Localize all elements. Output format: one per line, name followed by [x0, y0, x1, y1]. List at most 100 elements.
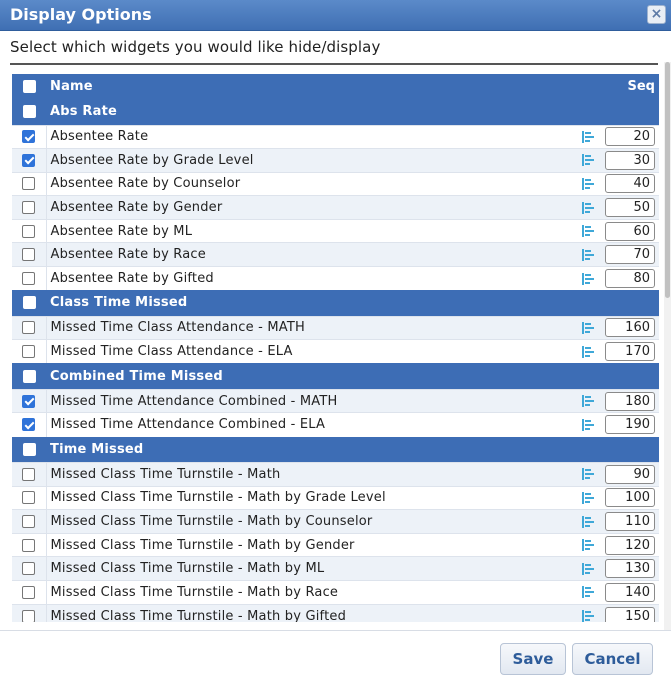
seq-input[interactable]: [605, 174, 655, 194]
seq-input[interactable]: [605, 559, 655, 579]
group-header-row: Time Missed: [12, 436, 659, 463]
footer-divider: [0, 630, 671, 631]
widget-name: Missed Time Attendance Combined - MATH: [46, 388, 576, 413]
widget-checkbox[interactable]: [22, 585, 36, 599]
widget-checkbox[interactable]: [22, 130, 36, 144]
widget-checkbox[interactable]: [22, 224, 36, 238]
dialog-titlebar: Display Options ×: [0, 0, 671, 31]
widget-checkbox[interactable]: [22, 515, 36, 529]
seq-input[interactable]: [605, 415, 655, 435]
vertical-scrollbar[interactable]: [664, 62, 671, 630]
seq-input[interactable]: [605, 150, 655, 170]
group-label: Class Time Missed: [46, 290, 659, 317]
widget-name: Missed Time Attendance Combined - ELA: [46, 412, 576, 437]
seq-input[interactable]: [605, 127, 655, 147]
widget-checkbox[interactable]: [22, 418, 36, 432]
widget-checkbox[interactable]: [22, 153, 36, 167]
dialog-title: Display Options: [10, 5, 152, 24]
bar-chart-icon: [582, 345, 594, 358]
group-checkbox[interactable]: [22, 442, 36, 456]
table-row: Missed Class Time Turnstile - Math by Ra…: [12, 580, 659, 605]
seq-input[interactable]: [605, 198, 655, 218]
widget-checkbox[interactable]: [22, 538, 36, 552]
widget-name: Absentee Rate by Gender: [46, 195, 576, 220]
bar-chart-icon: [582, 154, 594, 167]
widget-name: Missed Class Time Turnstile - Math by Ra…: [46, 580, 576, 605]
widget-checkbox[interactable]: [22, 272, 36, 286]
seq-input[interactable]: [605, 606, 655, 622]
group-header-row: Abs Rate: [12, 99, 659, 125]
table-row: Missed Class Time Turnstile - Math by ML: [12, 556, 659, 581]
widget-name: Missed Class Time Turnstile - Math by ML: [46, 556, 576, 581]
bar-chart-icon: [582, 272, 594, 285]
seq-input[interactable]: [605, 488, 655, 508]
table-row: Absentee Rate: [12, 124, 659, 149]
seq-input[interactable]: [605, 582, 655, 602]
widget-name: Absentee Rate by Counselor: [46, 171, 576, 196]
widget-checkbox[interactable]: [22, 248, 36, 262]
widget-name: Missed Time Class Attendance - ELA: [46, 339, 576, 364]
seq-input[interactable]: [605, 342, 655, 362]
bar-chart-icon: [582, 248, 594, 261]
table-row: Absentee Rate by Gender: [12, 195, 659, 220]
bar-chart-icon: [582, 177, 594, 190]
widget-name: Missed Class Time Turnstile - Math by Gr…: [46, 485, 576, 510]
seq-column-header: Seq: [601, 74, 659, 99]
bar-chart-icon: [582, 515, 594, 528]
seq-input[interactable]: [605, 245, 655, 265]
table-row: Absentee Rate by Counselor: [12, 171, 659, 196]
widget-name: Missed Class Time Turnstile - Math: [46, 462, 576, 487]
widget-checkbox[interactable]: [22, 562, 36, 576]
bar-chart-icon: [582, 418, 594, 431]
group-checkbox[interactable]: [22, 296, 36, 310]
group-checkbox[interactable]: [22, 105, 36, 119]
name-column-header: Name: [46, 74, 576, 99]
widget-table-scroll-area[interactable]: Name Seq Abs RateAbsentee RateAbsentee R…: [12, 74, 659, 622]
seq-input[interactable]: [605, 535, 655, 555]
widget-table: Name Seq Abs RateAbsentee RateAbsentee R…: [12, 74, 659, 622]
widget-name: Absentee Rate by ML: [46, 218, 576, 243]
widget-name: Missed Class Time Turnstile - Math by Ge…: [46, 532, 576, 557]
bar-chart-icon: [582, 395, 594, 408]
table-row: Missed Class Time Turnstile - Math by Gi…: [12, 603, 659, 622]
widget-checkbox[interactable]: [22, 609, 36, 622]
seq-input[interactable]: [605, 318, 655, 338]
widget-checkbox[interactable]: [22, 345, 36, 359]
table-row: Absentee Rate by Race: [12, 242, 659, 267]
close-icon[interactable]: ×: [647, 5, 666, 24]
table-row: Missed Time Attendance Combined - MATH: [12, 388, 659, 413]
bar-chart-icon: [582, 201, 594, 214]
widget-checkbox[interactable]: [22, 321, 36, 335]
widget-checkbox[interactable]: [22, 467, 36, 481]
cancel-button[interactable]: Cancel: [572, 643, 653, 675]
bar-chart-icon: [582, 610, 594, 622]
widget-checkbox[interactable]: [22, 201, 36, 215]
group-header-row: Combined Time Missed: [12, 363, 659, 390]
widget-checkbox[interactable]: [22, 177, 36, 191]
widget-name: Absentee Rate by Race: [46, 242, 576, 267]
group-checkbox[interactable]: [22, 369, 36, 383]
group-label: Combined Time Missed: [46, 363, 659, 390]
group-label: Abs Rate: [46, 99, 659, 125]
seq-input[interactable]: [605, 512, 655, 532]
table-row: Missed Time Class Attendance - MATH: [12, 315, 659, 340]
seq-input[interactable]: [605, 391, 655, 411]
widget-name: Absentee Rate by Gifted: [46, 266, 576, 291]
bar-chart-icon: [582, 130, 594, 143]
save-button[interactable]: Save: [500, 643, 566, 675]
table-row: Missed Class Time Turnstile - Math by Co…: [12, 509, 659, 534]
select-all-checkbox[interactable]: [22, 80, 36, 93]
bar-chart-icon: [582, 539, 594, 552]
widget-checkbox[interactable]: [22, 491, 36, 505]
seq-input[interactable]: [605, 269, 655, 289]
scrollbar-thumb[interactable]: [665, 62, 670, 298]
seq-input[interactable]: [605, 464, 655, 484]
widget-name: Missed Time Class Attendance - MATH: [46, 315, 576, 340]
bar-chart-icon: [582, 562, 594, 575]
table-row: Absentee Rate by Grade Level: [12, 148, 659, 173]
group-label: Time Missed: [46, 436, 659, 463]
widget-checkbox[interactable]: [22, 394, 36, 408]
seq-input[interactable]: [605, 221, 655, 241]
widget-name: Missed Class Time Turnstile - Math by Co…: [46, 509, 576, 534]
bar-chart-icon: [582, 586, 594, 599]
